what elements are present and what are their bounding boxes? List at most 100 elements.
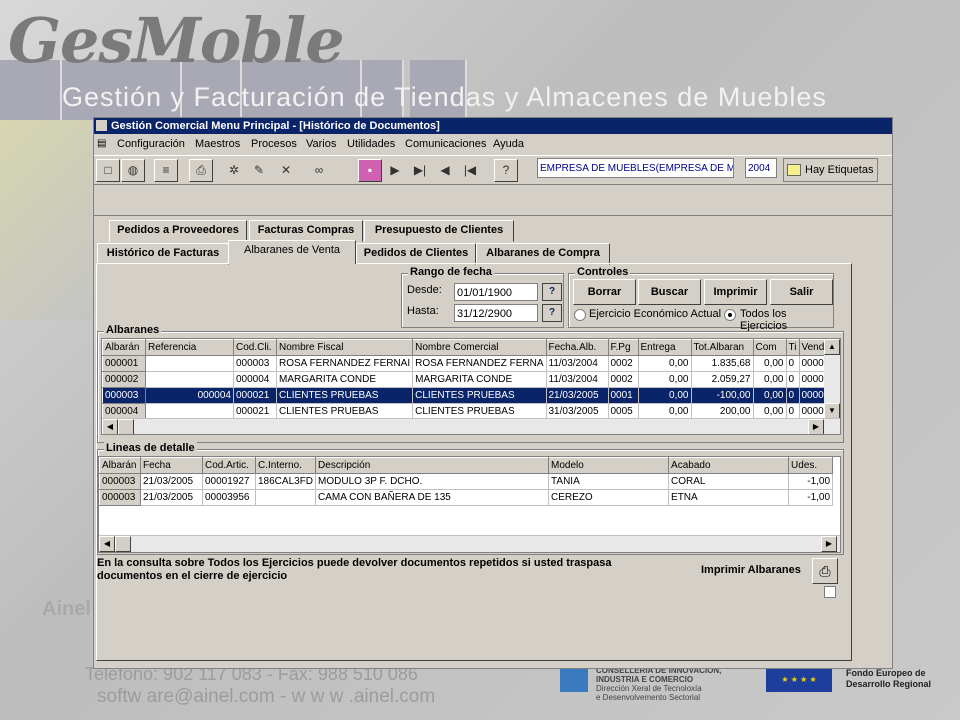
column-header[interactable]: Referencia	[145, 339, 234, 356]
table-row[interactable]: 000002 000004 MARGARITA CONDE MARGARITA CON…	[102, 371, 833, 388]
last-icon[interactable]: ▶|	[408, 159, 432, 182]
table-cell[interactable]: -1,00	[788, 473, 834, 490]
radio-ejercicio-actual[interactable]	[574, 309, 586, 321]
table-cell[interactable]: 0,00	[637, 355, 692, 372]
menu-procesos[interactable]: Procesos	[251, 138, 297, 150]
table-cell[interactable]: -1,00	[788, 489, 834, 506]
menu-configuracion[interactable]: Configuración	[117, 138, 185, 150]
table-cell[interactable]: 000002	[102, 371, 146, 388]
column-header[interactable]: Descripción	[315, 457, 550, 474]
scroll-right-icon[interactable]: ▶	[821, 536, 837, 552]
detalle-hscroll[interactable]: ◀ ▶	[99, 535, 840, 552]
tab-presupuesto-clientes[interactable]: Presupuesto de Clientes	[364, 220, 514, 242]
table-cell[interactable]: CORAL	[668, 473, 790, 490]
table-cell[interactable]	[145, 355, 234, 372]
table-cell[interactable]: MARGARITA CONDE	[412, 371, 547, 388]
globe-icon[interactable]: ◍	[121, 159, 145, 182]
table-cell[interactable]: 186CAL3FD	[254, 473, 317, 490]
table-cell[interactable]: 0,00	[637, 387, 692, 404]
table-cell[interactable]: MARGARITA CONDE	[275, 371, 414, 388]
column-header[interactable]: Fecha.Alb.	[545, 339, 609, 356]
help-icon[interactable]: ?	[494, 159, 518, 182]
print-icon[interactable]: ⎙	[189, 159, 213, 182]
column-header[interactable]: Ti	[785, 339, 800, 356]
etiquetas-button[interactable]: Hay Etiquetas	[783, 158, 878, 182]
borrar-button[interactable]: Borrar	[573, 279, 636, 305]
binoculars-icon[interactable]: ∞	[307, 159, 331, 182]
table-cell[interactable]: 21/03/2005	[140, 473, 203, 490]
column-header[interactable]: Albarán	[99, 457, 141, 474]
scroll-down-icon[interactable]: ▼	[824, 403, 840, 419]
buscar-button[interactable]: Buscar	[638, 279, 701, 305]
tab-pedidos-clientes[interactable]: Pedidos de Clientes	[356, 243, 476, 265]
column-header[interactable]: Nombre Fiscal	[275, 339, 414, 356]
year-field[interactable]: 2004	[745, 158, 777, 178]
scroll-left-icon[interactable]: ◀	[99, 536, 115, 552]
printer-icon[interactable]: ⎙	[812, 558, 838, 584]
table-cell[interactable]: 000004	[233, 371, 277, 388]
prev-icon[interactable]: ◀	[433, 159, 457, 182]
table-cell[interactable]: 2.059,27	[690, 371, 754, 388]
menu-comunicaciones[interactable]: Comunicaciones	[405, 138, 486, 150]
table-cell[interactable]: 00003956	[202, 489, 256, 506]
table-cell[interactable]: 0	[785, 387, 800, 404]
table-cell[interactable]: 00001927	[202, 473, 256, 490]
imprimir-button[interactable]: Imprimir	[704, 279, 767, 305]
column-header[interactable]: Fecha	[140, 457, 203, 474]
scroll-thumb[interactable]	[115, 536, 131, 552]
table-cell[interactable]	[145, 371, 234, 388]
tab-pedidos-proveedores[interactable]: Pedidos a Proveedores	[109, 220, 247, 242]
table-cell[interactable]: 0002	[607, 371, 639, 388]
table-cell[interactable]: 0	[785, 355, 800, 372]
table-cell[interactable]: CEREZO	[548, 489, 670, 506]
column-header[interactable]: F.Pg	[607, 339, 639, 356]
table-row[interactable]: 000003 21/03/2005 00001927 186CAL3FD MODULO …	[99, 473, 834, 490]
table-cell[interactable]: 000001	[102, 355, 146, 372]
table-cell[interactable]: MODULO 3P F. DCHO.	[315, 473, 550, 490]
table-cell[interactable]: TANIA	[548, 473, 670, 490]
table-cell[interactable]: CAMA CON BAÑERA DE 135	[315, 489, 550, 506]
table-cell[interactable]: 000003	[233, 355, 277, 372]
desde-input[interactable]: 01/01/1900	[454, 283, 538, 301]
menu-utilidades[interactable]: Utilidades	[347, 138, 395, 150]
gear-icon[interactable]: ✲	[222, 159, 246, 182]
doc-menu-icon[interactable]: ▤	[97, 138, 106, 149]
first-icon[interactable]: |◀	[458, 159, 482, 182]
tab-facturas-compras[interactable]: Facturas Compras	[249, 220, 363, 242]
table-cell[interactable]: CLIENTES PRUEBAS	[412, 387, 547, 404]
table-cell[interactable]: 000003	[99, 473, 141, 490]
new-icon[interactable]: □	[96, 159, 120, 182]
table-cell[interactable]: 11/03/2004	[545, 355, 609, 372]
menu-maestros[interactable]: Maestros	[195, 138, 240, 150]
next-icon[interactable]: ▶	[383, 159, 407, 182]
table-cell[interactable]: ROSA FERNANDEZ FERNA	[412, 355, 547, 372]
notes-icon[interactable]: ≡	[154, 159, 178, 182]
column-header[interactable]: Nombre Comercial	[412, 339, 547, 356]
column-header[interactable]: Udes.	[788, 457, 834, 474]
table-cell[interactable]: 000004	[145, 387, 234, 404]
column-header[interactable]: Cod.Cli.	[233, 339, 277, 356]
edit-icon[interactable]: ✎	[247, 159, 271, 182]
hasta-input[interactable]: 31/12/2900	[454, 304, 538, 322]
table-cell[interactable]: 21/03/2005	[140, 489, 203, 506]
albaranes-hscroll[interactable]: ◀ ▶	[102, 418, 840, 434]
menu-ayuda[interactable]: Ayuda	[493, 138, 524, 150]
scroll-right-icon[interactable]: ▶	[808, 419, 824, 434]
imprimir-checkbox[interactable]	[824, 586, 836, 598]
table-row[interactable]: 000003 21/03/2005 00003956 CAMA CON BAÑERA …	[99, 489, 834, 506]
delete-icon[interactable]: ✕	[274, 159, 298, 182]
scroll-left-icon[interactable]: ◀	[102, 419, 118, 434]
column-header[interactable]: Modelo	[548, 457, 670, 474]
table-cell[interactable]: ETNA	[668, 489, 790, 506]
tab-albaranes-compra[interactable]: Albaranes de Compra	[476, 243, 610, 265]
column-header[interactable]: Cod.Artic.	[202, 457, 256, 474]
table-cell[interactable]: 0,00	[637, 371, 692, 388]
table-row[interactable]: 000003 000004 000021 CLIENTES PRUEBAS CLIENT…	[102, 387, 833, 404]
table-cell[interactable]: ROSA FERNANDEZ FERNAI	[275, 355, 414, 372]
table-cell[interactable]: 0002	[607, 355, 639, 372]
radio-todos-ejercicios[interactable]	[724, 309, 736, 321]
tab-historico-facturas[interactable]: Histórico de Facturas	[97, 243, 229, 265]
salir-button[interactable]: Salir	[770, 279, 833, 305]
scroll-thumb[interactable]	[118, 419, 134, 434]
desde-lookup-button[interactable]: ?	[542, 283, 562, 301]
